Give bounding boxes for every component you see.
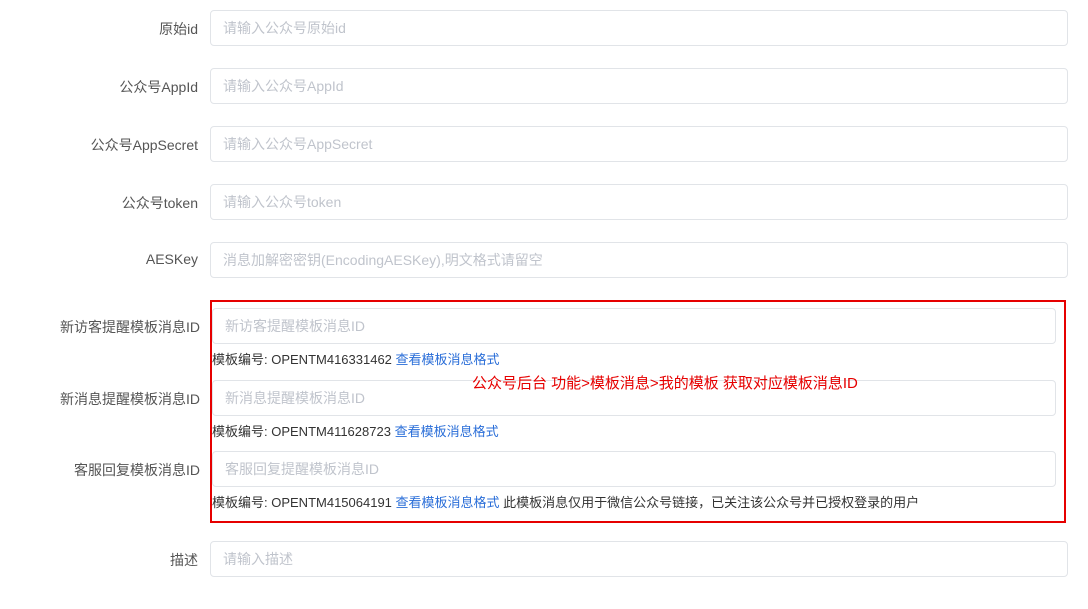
token-input[interactable] [210, 184, 1068, 220]
aes-key-input[interactable] [210, 242, 1068, 278]
template-group-box: 公众号后台 功能>模板消息>我的模板 获取对应模板消息ID 新访客提醒模板消息I… [210, 300, 1066, 523]
app-id-label: 公众号AppId [20, 68, 210, 97]
cs-reply-tmpl-input[interactable] [212, 451, 1056, 487]
new-visitor-tmpl-help-link[interactable]: 查看模板消息格式 [396, 352, 500, 367]
description-label: 描述 [20, 541, 210, 570]
cs-reply-tmpl-label: 客服回复模板消息ID [22, 451, 212, 480]
new-message-tmpl-help: 模板编号: OPENTM411628723 查看模板消息格式 [212, 422, 1056, 442]
new-message-tmpl-help-link[interactable]: 查看模板消息格式 [395, 424, 499, 439]
new-visitor-tmpl-label: 新访客提醒模板消息ID [22, 308, 212, 337]
new-visitor-tmpl-input[interactable] [212, 308, 1056, 344]
app-id-input[interactable] [210, 68, 1068, 104]
original-id-label: 原始id [20, 10, 210, 39]
new-message-tmpl-input[interactable] [212, 380, 1056, 416]
description-input[interactable] [210, 541, 1068, 577]
aes-key-label: AESKey [20, 242, 210, 267]
app-secret-input[interactable] [210, 126, 1068, 162]
new-message-tmpl-help-prefix: 模板编号: OPENTM411628723 [212, 424, 395, 439]
new-visitor-tmpl-help: 模板编号: OPENTM416331462 查看模板消息格式 [212, 350, 1056, 370]
new-message-tmpl-label: 新消息提醒模板消息ID [22, 380, 212, 409]
new-visitor-tmpl-help-prefix: 模板编号: OPENTM416331462 [212, 352, 396, 367]
app-secret-label: 公众号AppSecret [20, 126, 210, 155]
cs-reply-tmpl-help-link[interactable]: 查看模板消息格式 [396, 495, 500, 510]
token-label: 公众号token [20, 184, 210, 213]
cs-reply-tmpl-help-suffix: 此模板消息仅用于微信公众号链接，已关注该公众号并已授权登录的用户 [500, 495, 920, 510]
cs-reply-tmpl-help: 模板编号: OPENTM415064191 查看模板消息格式 此模板消息仅用于微… [212, 493, 1056, 513]
original-id-input[interactable] [210, 10, 1068, 46]
cs-reply-tmpl-help-prefix: 模板编号: OPENTM415064191 [212, 495, 396, 510]
